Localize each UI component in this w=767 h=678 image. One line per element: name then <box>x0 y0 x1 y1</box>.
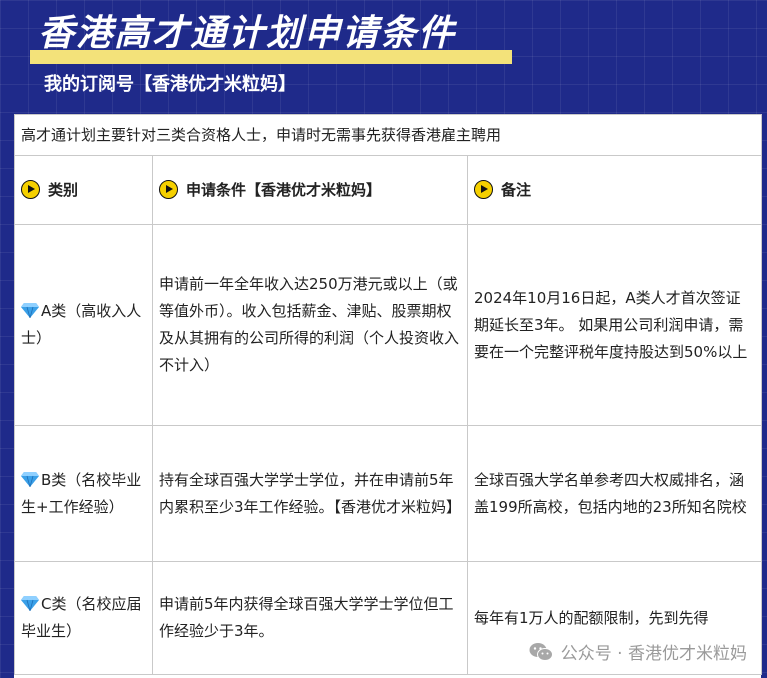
category-cell: A类（高收入人士） <box>14 224 153 426</box>
header-cell-note: 备注 <box>466 155 763 225</box>
category-cell: B类（名校毕业生+工作经验） <box>14 425 153 562</box>
wechat-icon <box>529 642 553 661</box>
category-label: A类（高收入人士） <box>21 302 142 347</box>
subscription-subtitle: 我的订阅号【香港优才米粒妈】 <box>44 74 296 95</box>
category-label: C类（名校应届毕业生） <box>21 595 142 640</box>
header-label-category: 类别 <box>48 180 79 199</box>
intro-text: 高才通计划主要针对三类合资格人士，申请时无需事先获得香港雇主聘用 <box>13 114 763 156</box>
diamond-icon <box>21 596 39 611</box>
watermark: 公众号 · 香港优才米粒妈 <box>529 639 747 664</box>
condition-cell: 申请前5年内获得全球百强大学学士学位但工作经验少于3年。 <box>152 561 468 675</box>
header-cell-condition: 申请条件【香港优才米粒妈】 <box>152 155 468 225</box>
conditions-table: 高才通计划主要针对三类合资格人士，申请时无需事先获得香港雇主聘用 类别 申请条件… <box>13 114 763 675</box>
play-icon <box>474 179 493 199</box>
table-row: B类（名校毕业生+工作经验） 持有全球百强大学学士学位，并在申请前5年内累积至少… <box>14 425 763 562</box>
header: 香港高才通计划申请条件 我的订阅号【香港优才米粒妈】 <box>0 0 767 118</box>
watermark-text: 公众号 · 香港优才米粒妈 <box>560 644 747 664</box>
conditions-table-container: 高才通计划主要针对三类合资格人士，申请时无需事先获得香港雇主聘用 类别 申请条件… <box>13 114 763 678</box>
play-icon <box>159 179 178 199</box>
table-row: A类（高收入人士） 申请前一年全年收入达250万港元或以上（或等值外币）。收入包… <box>14 224 763 426</box>
condition-cell: 申请前一年全年收入达250万港元或以上（或等值外币）。收入包括薪金、津贴、股票期… <box>152 224 468 426</box>
header-label-condition: 申请条件【香港优才米粒妈】 <box>186 180 382 199</box>
category-label: B类（名校毕业生+工作经验） <box>21 470 142 516</box>
intro-row: 高才通计划主要针对三类合资格人士，申请时无需事先获得香港雇主聘用 <box>13 114 763 156</box>
diamond-icon <box>21 471 39 487</box>
header-cell-category: 类别 <box>14 155 153 225</box>
note-cell: 全球百强大学名单参考四大权威排名，涵盖199所高校，包括内地的23所知名院校 <box>466 425 763 562</box>
page-title: 香港高才通计划申请条件 <box>38 13 457 54</box>
header-label-note: 备注 <box>501 180 532 199</box>
table-header-row: 类别 申请条件【香港优才米粒妈】 备注 <box>14 155 763 225</box>
diamond-icon <box>21 303 39 318</box>
condition-cell: 持有全球百强大学学士学位，并在申请前5年内累积至少3年工作经验。【香港优才米粒妈… <box>152 425 468 562</box>
play-icon <box>21 179 40 199</box>
category-cell: C类（名校应届毕业生） <box>14 561 153 675</box>
note-cell: 2024年10月16日起，A类人才首次签证期延长至3年。 如果用公司利润申请，需… <box>466 224 763 426</box>
